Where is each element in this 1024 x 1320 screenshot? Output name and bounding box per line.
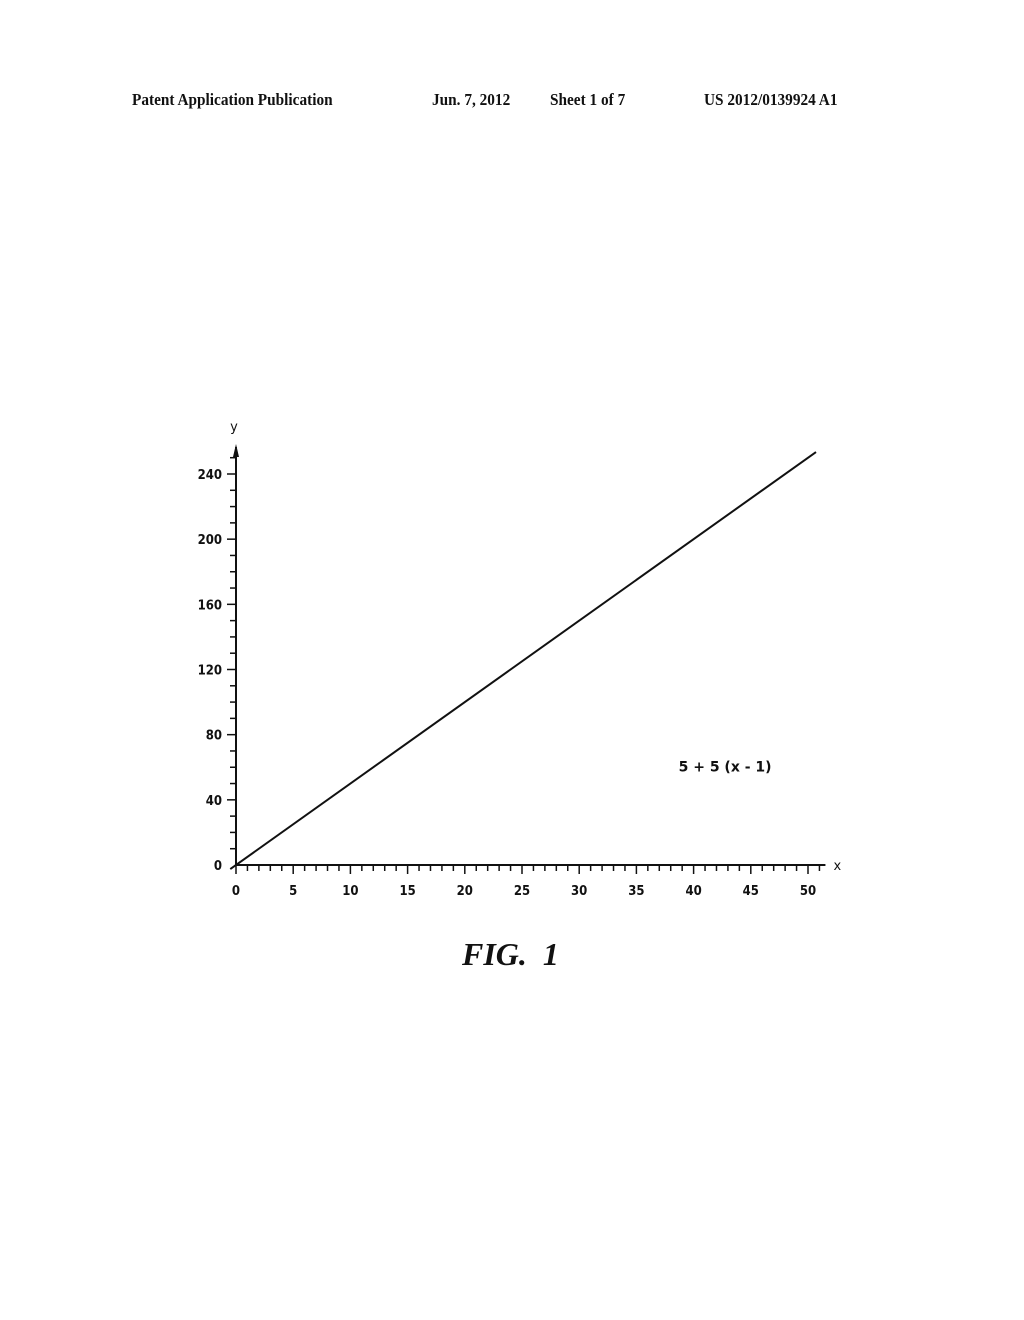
x-tick-label: 0 [232, 884, 240, 899]
series-line [229, 451, 817, 870]
x-tick-label: 5 [289, 884, 297, 899]
y-axis-label: y [230, 420, 238, 435]
y-axis-arrow [233, 444, 239, 457]
x-tick-label: 45 [743, 884, 759, 899]
y-tick-label: 200 [198, 533, 222, 548]
y-tick-label: 120 [198, 664, 222, 679]
figure-label: FIG. 1 [462, 936, 559, 972]
y-tick-label: 240 [198, 468, 222, 483]
x-axis-label: x [833, 859, 841, 874]
x-tick-label: 30 [571, 884, 587, 899]
x-tick-label: 15 [399, 884, 415, 899]
x-tick-label: 50 [800, 884, 816, 899]
x-tick-label: 40 [685, 884, 701, 899]
y-tick-label: 160 [198, 598, 222, 613]
y-tick-label: 80 [206, 729, 222, 744]
line-chart: x y 0 5 10 15 20 25 30 35 40 45 50 0 40 80 120 160 200 240 5… [198, 420, 842, 899]
series-annotation: 5 + 5 (x - 1) [679, 759, 772, 775]
y-tick-label: 0 [214, 859, 222, 874]
x-tick-label: 10 [342, 884, 358, 899]
x-tick-label: 35 [628, 884, 644, 899]
y-tick-label: 40 [206, 794, 222, 809]
x-tick-label: 25 [514, 884, 530, 899]
x-tick-label: 20 [457, 884, 473, 899]
